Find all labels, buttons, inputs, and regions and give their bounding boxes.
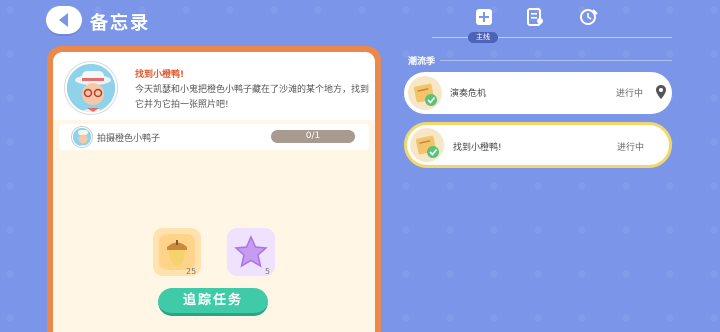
reward-count-star: 5	[265, 267, 271, 276]
quest-header: 找到小橙鸭! 今天凯瑟和小鬼把橙色小鸭子藏在了沙滩的某个地方，找到它并为它拍一张…	[53, 52, 375, 120]
main-quest-icon[interactable]	[475, 8, 493, 26]
task-avatar	[72, 127, 92, 147]
quest-card-label: 演奏危机	[450, 89, 487, 99]
section-label: 潮流季	[408, 57, 436, 67]
quest-title: 找到小橙鸭!	[135, 70, 185, 80]
section-divider	[440, 60, 672, 61]
task-row: 拍摄橙色小鸭子 0/1	[59, 124, 369, 150]
clock-note-icon[interactable]	[580, 8, 598, 26]
tab-main-quest-label[interactable]: 主线	[468, 32, 498, 43]
location-pin-icon[interactable]	[656, 85, 666, 99]
quest-card-label: 找到小橙鸭!	[453, 143, 502, 153]
quest-card-status: 进行中	[617, 143, 645, 153]
back-arrow-icon	[58, 13, 68, 27]
track-quest-button[interactable]: 追踪任务	[158, 288, 268, 316]
reward-count-acorn: 25	[186, 267, 197, 276]
quest-card-status: 进行中	[616, 89, 644, 99]
task-label: 拍摄橙色小鸭子	[97, 134, 161, 144]
page-title: 备忘录	[90, 13, 150, 34]
quest-note-icon	[410, 128, 444, 162]
quest-card-performance-crisis[interactable]: 演奏危机 进行中	[404, 72, 672, 114]
quest-note-icon	[408, 76, 442, 110]
npc-avatar	[65, 62, 117, 114]
notebook-icon[interactable]	[526, 8, 544, 26]
quest-description: 今天凯瑟和小鬼把橙色小鸭子藏在了沙滩的某个地方，找到它并为它拍一张照片吧!	[135, 85, 370, 110]
back-button[interactable]	[46, 6, 82, 34]
task-progress: 0/1	[271, 130, 355, 143]
quest-card-find-orange-duck[interactable]: 找到小橙鸭! 进行中	[404, 122, 672, 168]
